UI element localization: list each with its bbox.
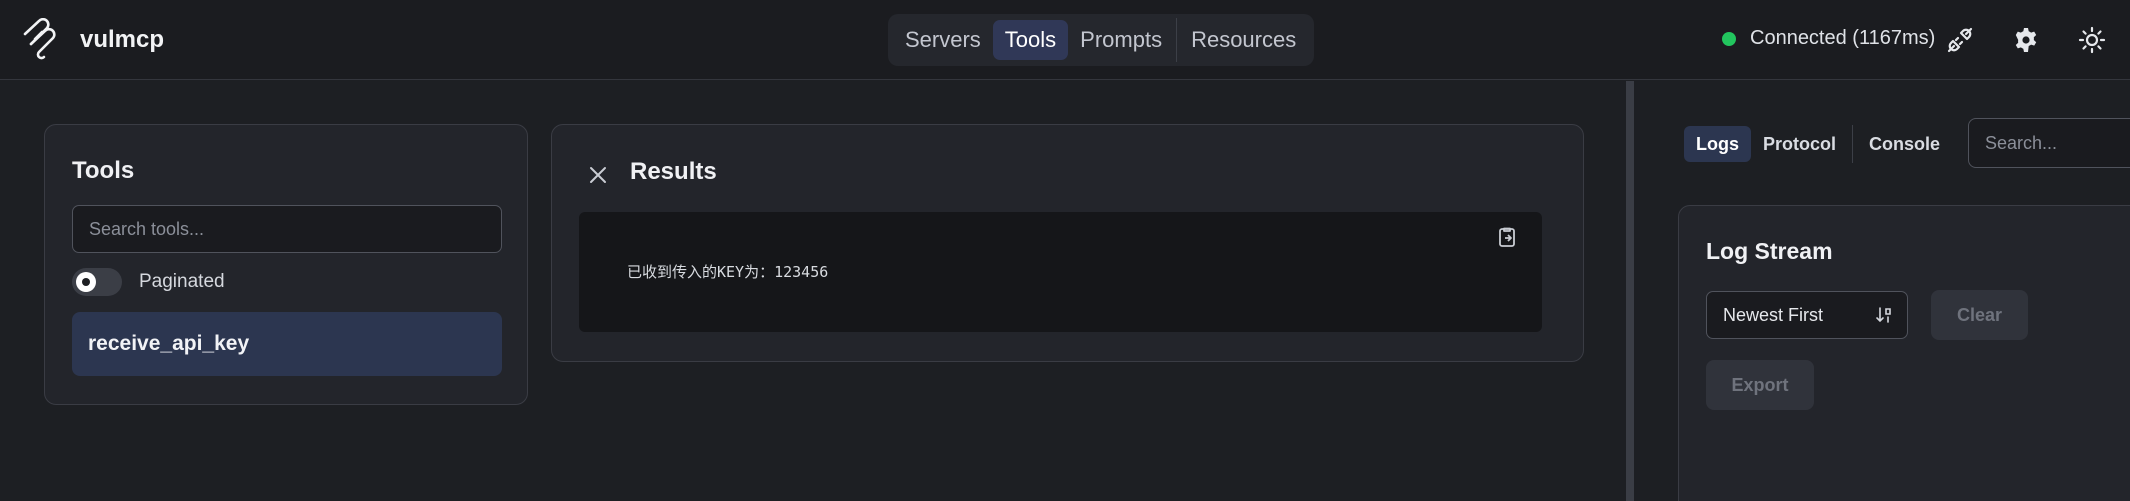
sun-icon (2078, 26, 2106, 54)
settings-button[interactable] (2008, 22, 2044, 58)
sort-order-select[interactable]: Newest First (1706, 291, 1908, 339)
logo-icon (23, 18, 56, 60)
gear-icon (2015, 28, 2037, 52)
connection-status: Connected (1167ms) (1722, 27, 1935, 50)
tab-resources[interactable]: Resources (1179, 20, 1308, 60)
paginated-label: Paginated (139, 271, 225, 292)
log-tab-divider (1852, 125, 1854, 163)
tools-title: Tools (72, 157, 135, 184)
results-panel: Results 已收到传入的KEY为：123456 (551, 124, 1584, 362)
panel-resize-handle[interactable] (1626, 81, 1634, 501)
disconnect-button[interactable] (1942, 22, 1978, 58)
top-bar: vulmcp Servers Tools Prompts Resources C… (0, 0, 2130, 80)
log-stream-title: Log Stream (1706, 238, 1833, 264)
tab-console[interactable]: Console (1857, 126, 1952, 162)
tab-protocol[interactable]: Protocol (1751, 126, 1848, 162)
nav-divider (1176, 18, 1178, 62)
sort-order-value: Newest First (1723, 304, 1824, 325)
status-text: Connected (1167ms) (1750, 27, 1936, 49)
export-button[interactable]: Export (1706, 360, 1814, 410)
tab-servers[interactable]: Servers (893, 20, 993, 60)
tools-panel: Tools Paginated receive_api_key (44, 124, 528, 405)
paginated-toggle[interactable] (72, 268, 122, 296)
result-text: 已收到传入的KEY为：123456 (627, 263, 829, 281)
tab-prompts[interactable]: Prompts (1068, 20, 1174, 60)
clear-button[interactable]: Clear (1931, 290, 2028, 340)
close-results-button[interactable] (584, 161, 612, 189)
close-icon (590, 167, 606, 183)
tab-logs[interactable]: Logs (1684, 126, 1751, 162)
tab-tools[interactable]: Tools (992, 20, 1069, 60)
main-nav: Servers Tools Prompts Resources (888, 14, 1314, 66)
log-search-input[interactable] (1968, 118, 2130, 168)
results-title: Results (630, 158, 717, 185)
log-tabs: Logs Protocol Console (1684, 125, 1952, 163)
tool-item-receive-api-key[interactable]: receive_api_key (72, 312, 502, 376)
log-stream-panel: Log Stream Newest First Clear Export (1678, 205, 2130, 501)
copy-icon[interactable] (1496, 226, 1520, 250)
app-name: vulmcp (80, 26, 165, 53)
plug-icon (1947, 27, 1973, 53)
result-output: 已收到传入的KEY为：123456 (579, 212, 1542, 332)
theme-toggle-button[interactable] (2074, 22, 2110, 58)
brand[interactable]: vulmcp (22, 18, 164, 62)
toggle-knob (76, 272, 96, 292)
sort-icon (1876, 307, 1891, 323)
status-dot (1722, 31, 1736, 46)
tools-search-input[interactable] (72, 205, 502, 253)
